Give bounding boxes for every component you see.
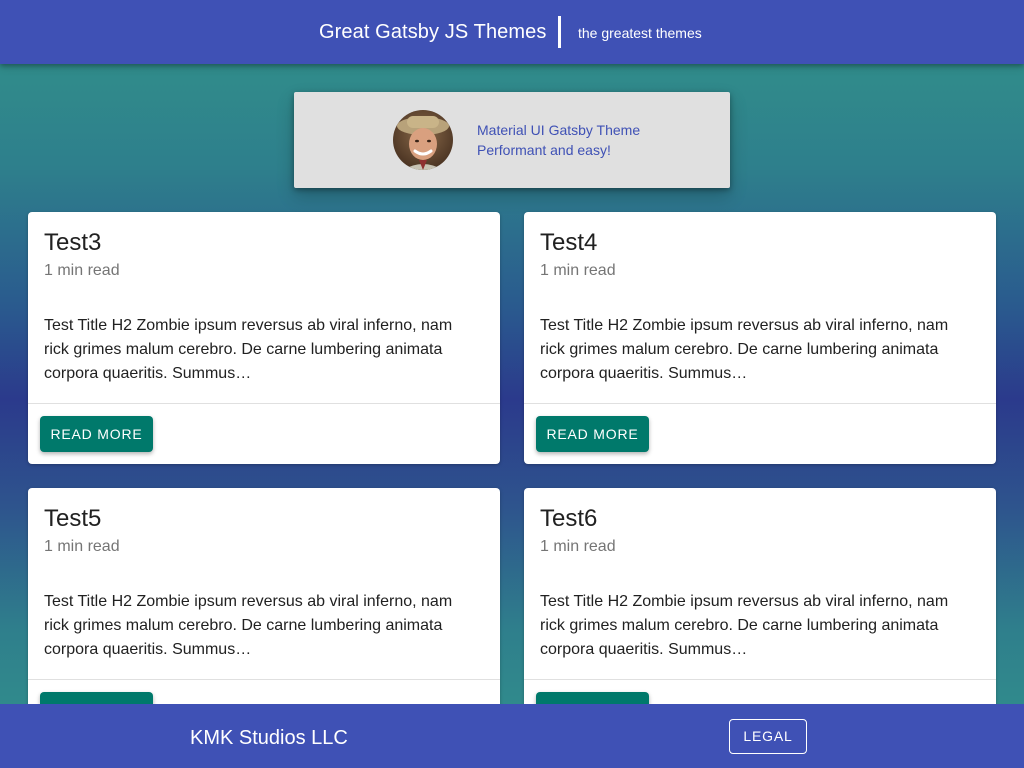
post-card: Test6 1 min read Test Title H2 Zombie ip… <box>524 488 996 740</box>
card-divider <box>28 679 500 680</box>
card-divider <box>524 679 996 680</box>
post-read-time: 1 min read <box>540 262 616 279</box>
footer: KMK Studios LLC LEGAL <box>0 704 1024 768</box>
author-avatar <box>393 110 453 170</box>
footer-company-name: KMK Studios LLC <box>190 727 348 749</box>
post-excerpt: Test Title H2 Zombie ipsum reversus ab v… <box>44 317 453 382</box>
read-more-button[interactable]: READ MORE <box>536 416 649 452</box>
card-divider <box>524 403 996 404</box>
bio-line-1: Material UI Gatsby Theme <box>477 122 641 138</box>
legal-button[interactable]: LEGAL <box>729 719 807 754</box>
app-bar: Great Gatsby JS Themes the greatest them… <box>0 0 1024 64</box>
post-card: Test5 1 min read Test Title H2 Zombie ip… <box>28 488 500 740</box>
post-read-time: 1 min read <box>540 538 616 555</box>
read-more-button[interactable]: READ MORE <box>40 416 153 452</box>
bio-text: Material UI Gatsby Theme Performant and … <box>477 120 640 160</box>
post-title[interactable]: Test4 <box>540 228 597 258</box>
post-read-time: 1 min read <box>44 262 120 279</box>
post-card: Test4 1 min read Test Title H2 Zombie ip… <box>524 212 996 464</box>
post-excerpt: Test Title H2 Zombie ipsum reversus ab v… <box>540 317 949 382</box>
site-tagline: the greatest themes <box>578 25 702 41</box>
post-excerpt: Test Title H2 Zombie ipsum reversus ab v… <box>540 593 949 658</box>
post-title[interactable]: Test6 <box>540 504 597 534</box>
card-divider <box>28 403 500 404</box>
post-excerpt: Test Title H2 Zombie ipsum reversus ab v… <box>44 593 453 658</box>
post-card: Test3 1 min read Test Title H2 Zombie ip… <box>28 212 500 464</box>
title-divider <box>558 16 561 48</box>
bio-line-2: Performant and easy! <box>477 142 611 158</box>
author-bio-card: Material UI Gatsby Theme Performant and … <box>294 92 730 188</box>
post-title[interactable]: Test5 <box>44 504 101 534</box>
site-title[interactable]: Great Gatsby JS Themes <box>319 18 546 46</box>
post-title[interactable]: Test3 <box>44 228 101 258</box>
post-read-time: 1 min read <box>44 538 120 555</box>
